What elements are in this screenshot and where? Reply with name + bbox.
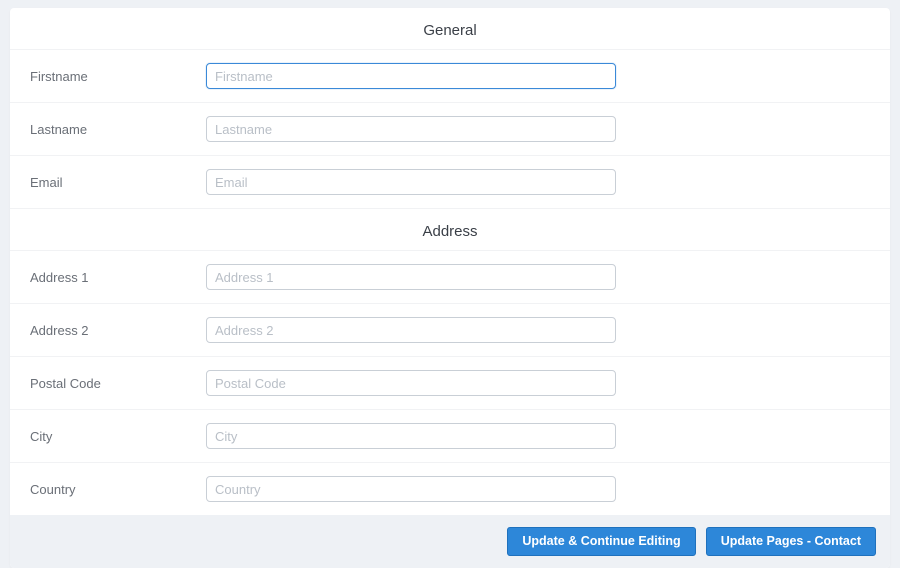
section-title-address: Address [10,208,890,250]
row-lastname: Lastname [10,102,890,155]
label-address2: Address 2 [26,323,206,338]
row-firstname: Firstname [10,49,890,102]
update-pages-button[interactable]: Update Pages - Contact [706,527,876,556]
section-title-general: General [10,8,890,49]
address2-input[interactable] [206,317,616,343]
label-country: Country [26,482,206,497]
label-lastname: Lastname [26,122,206,137]
city-input[interactable] [206,423,616,449]
update-continue-button[interactable]: Update & Continue Editing [507,527,695,556]
postalcode-input[interactable] [206,370,616,396]
row-city: City [10,409,890,462]
form-footer: Update & Continue Editing Update Pages -… [10,515,890,568]
label-firstname: Firstname [26,69,206,84]
label-address1: Address 1 [26,270,206,285]
row-email: Email [10,155,890,208]
row-country: Country [10,462,890,515]
form-card: General Firstname Lastname Email Address… [10,8,890,568]
firstname-input[interactable] [206,63,616,89]
address1-input[interactable] [206,264,616,290]
row-address1: Address 1 [10,250,890,303]
label-email: Email [26,175,206,190]
email-input[interactable] [206,169,616,195]
row-postalcode: Postal Code [10,356,890,409]
row-address2: Address 2 [10,303,890,356]
country-input[interactable] [206,476,616,502]
lastname-input[interactable] [206,116,616,142]
label-city: City [26,429,206,444]
label-postalcode: Postal Code [26,376,206,391]
